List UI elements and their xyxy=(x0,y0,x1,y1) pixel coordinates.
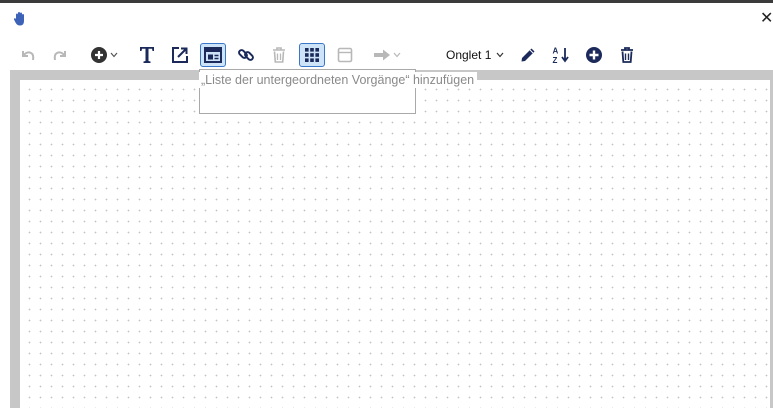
delete-button[interactable] xyxy=(270,43,288,67)
undo-icon xyxy=(22,51,35,61)
sort-az-icon: A Z xyxy=(553,47,569,65)
arrow-dropdown[interactable] xyxy=(370,43,404,67)
sort-tabs-button[interactable]: A Z xyxy=(550,43,572,67)
export-link-icon xyxy=(172,47,188,63)
grid-icon xyxy=(305,48,319,62)
svg-text:Z: Z xyxy=(553,56,558,65)
rename-tab-button[interactable] xyxy=(518,43,538,67)
add-text-button[interactable] xyxy=(137,43,157,67)
chevron-down-icon xyxy=(393,52,401,58)
tooltip-text: „Liste der untergeordneten Vorgänge“ hin… xyxy=(199,72,478,88)
chevron-down-icon xyxy=(496,52,504,58)
arrow-right-icon xyxy=(374,49,390,61)
external-link-button[interactable] xyxy=(170,43,190,67)
text-icon xyxy=(140,47,154,63)
svg-text:A: A xyxy=(553,47,559,56)
close-button[interactable]: ✕ xyxy=(760,9,773,29)
add-element-dropdown[interactable] xyxy=(87,43,121,67)
drawing-canvas[interactable] xyxy=(20,80,770,408)
tab-select[interactable]: Onglet 1 xyxy=(446,43,506,67)
chevron-down-icon xyxy=(110,52,118,58)
tab-select-value: Onglet 1 xyxy=(446,48,492,62)
delete-tab-button[interactable] xyxy=(618,43,636,67)
toolbar: Onglet 1 A Z xyxy=(0,40,773,70)
frame-icon xyxy=(337,47,353,63)
grid-toggle-button[interactable] xyxy=(299,43,325,67)
redo-button[interactable] xyxy=(50,43,70,67)
add-circle-icon xyxy=(586,47,602,63)
pencil-icon xyxy=(521,48,535,62)
add-subprocess-list-button[interactable] xyxy=(200,43,226,67)
link-icon xyxy=(238,49,254,61)
add-tab-button[interactable] xyxy=(584,43,604,67)
trash-icon xyxy=(621,47,633,63)
trash-icon xyxy=(273,47,285,63)
add-link-button[interactable] xyxy=(236,43,256,67)
redo-icon xyxy=(53,51,66,61)
title-bar: ✕ xyxy=(0,3,773,36)
subprocess-list-icon xyxy=(204,47,222,63)
undo-button[interactable] xyxy=(18,43,38,67)
frame-button[interactable] xyxy=(335,43,355,67)
add-circle-icon xyxy=(91,47,107,63)
hand-icon xyxy=(13,12,24,26)
